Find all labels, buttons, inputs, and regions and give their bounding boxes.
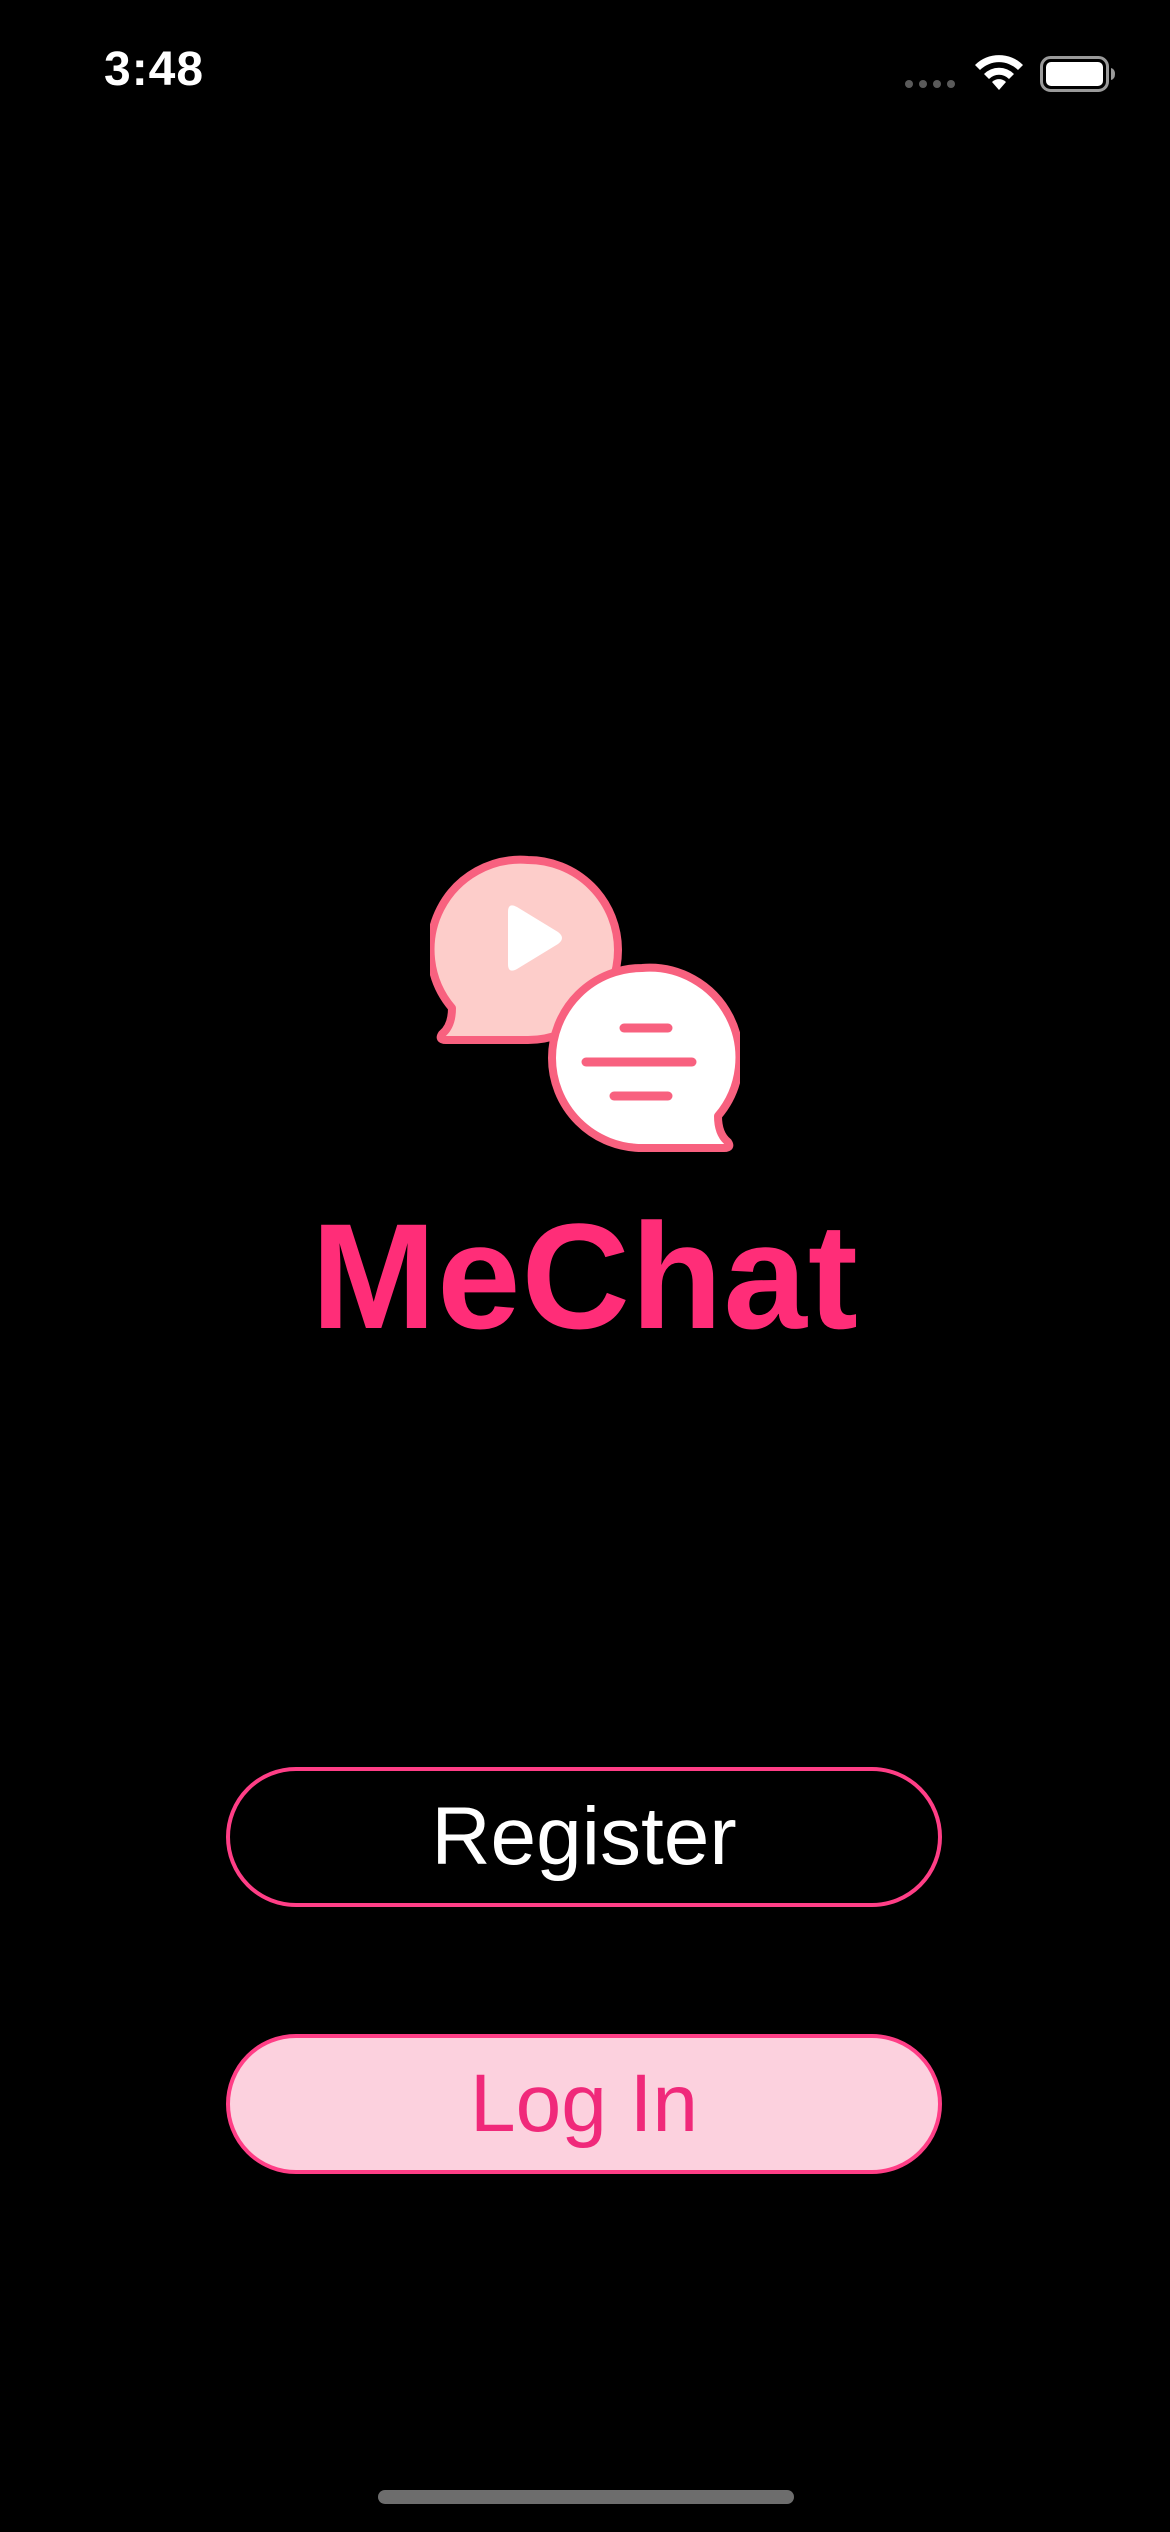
- register-button[interactable]: Register: [226, 1767, 942, 1907]
- login-button-label: Log In: [470, 2058, 698, 2149]
- register-button-label: Register: [431, 1791, 737, 1882]
- wifi-icon: [975, 55, 1023, 90]
- status-time: 3:48: [104, 43, 205, 96]
- home-indicator[interactable]: [378, 2490, 794, 2504]
- status-bar: 3:48: [0, 0, 1170, 140]
- cellular-signal-icon: [905, 80, 955, 88]
- app-title: MeChat: [311, 1192, 859, 1360]
- battery-icon: [1040, 56, 1115, 92]
- login-button[interactable]: Log In: [226, 2034, 942, 2174]
- chat-bubbles-logo-icon: [430, 855, 740, 1152]
